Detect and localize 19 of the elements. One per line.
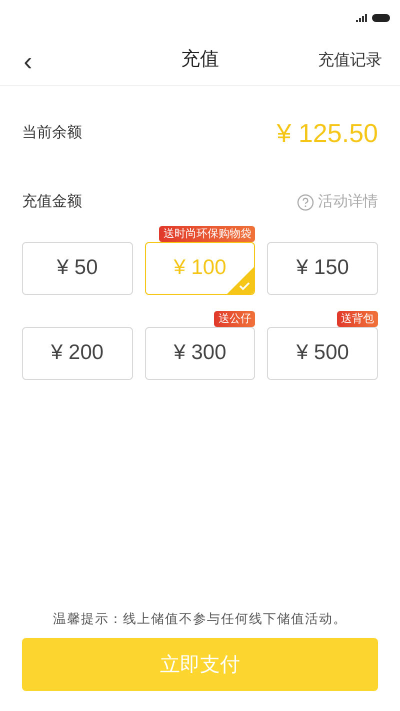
amount-option[interactable]: ¥ 300 — [144, 326, 256, 380]
amount-option[interactable]: ¥ 150 — [267, 242, 378, 294]
gift-badge: 送时尚环保购物袋 — [159, 226, 256, 242]
history-link[interactable]: 充值记录 — [318, 48, 382, 72]
notice-text: 温馨提示：线上储值不参与任何线下储值活动。 — [52, 610, 348, 628]
amount-option[interactable]: ¥ 500 — [267, 326, 378, 380]
page-title: 充值 — [181, 48, 219, 72]
help-icon — [297, 194, 314, 211]
back-button[interactable]: ‹ — [18, 48, 38, 74]
battery-icon — [372, 14, 390, 22]
gift-badge: 送背包 — [336, 310, 378, 326]
balance-value: ¥ 125.50 — [276, 117, 378, 150]
check-corner-icon — [227, 266, 254, 294]
amount-option[interactable]: ¥ 50 — [22, 242, 133, 294]
amount-option[interactable]: ¥ 200 — [22, 326, 133, 380]
section-title: 充值金额 — [22, 192, 82, 212]
balance-label: 当前余额 — [22, 123, 82, 144]
gift-badge: 送公仔 — [214, 310, 256, 326]
signal-icon — [356, 14, 368, 22]
